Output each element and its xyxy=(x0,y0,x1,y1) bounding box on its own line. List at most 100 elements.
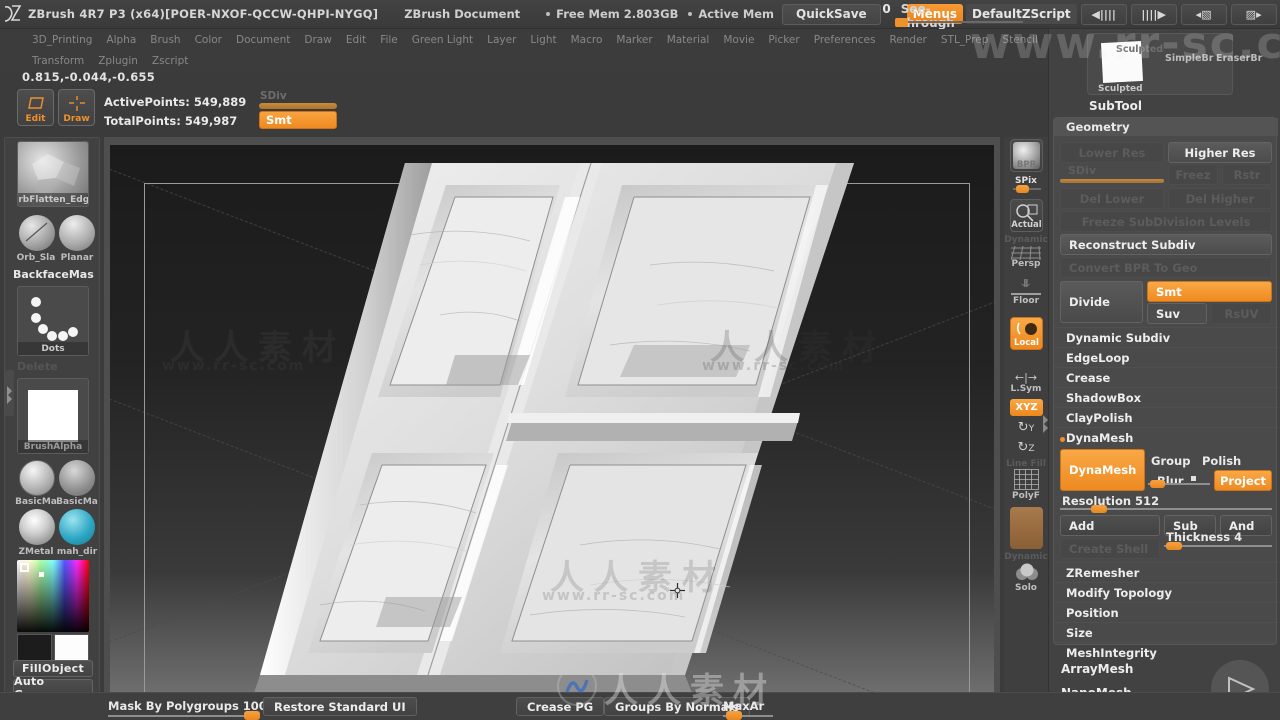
spix-knob[interactable] xyxy=(1016,185,1029,193)
menu-item-alpha[interactable]: Alpha xyxy=(99,34,143,46)
sdiv-slider[interactable] xyxy=(259,103,337,109)
alpha-selector[interactable]: BrushAlpha xyxy=(17,378,89,454)
edgeloop-row[interactable]: EdgeLoop xyxy=(1054,347,1278,367)
color-picker[interactable] xyxy=(17,560,89,632)
dynamic-subdiv-row[interactable]: Dynamic Subdiv xyxy=(1054,327,1278,347)
freeze-button[interactable]: Freez xyxy=(1168,164,1218,185)
see-through-knob[interactable] xyxy=(894,18,908,27)
menu-item-movie[interactable]: Movie xyxy=(716,34,761,46)
material-1-icon[interactable] xyxy=(19,460,55,496)
menu-item-stl-prep[interactable]: STL_Prep xyxy=(934,34,996,46)
simple-brush-label[interactable]: SimpleBr xyxy=(1165,53,1213,64)
menu-item-brush[interactable]: Brush xyxy=(143,34,187,46)
material-rail-thumbnail[interactable] xyxy=(1010,507,1043,549)
geometry-header[interactable]: Geometry xyxy=(1054,118,1278,137)
menu-item-preferences[interactable]: Preferences xyxy=(807,34,883,46)
menu-item-stencil[interactable]: Stencil xyxy=(995,34,1045,46)
next-item-icon[interactable]: ▨▸ xyxy=(1230,3,1277,25)
rsuv-button[interactable]: RsUV xyxy=(1211,303,1272,324)
shadowbox-row[interactable]: ShadowBox xyxy=(1054,387,1278,407)
restore-standard-ui-button[interactable]: Restore Standard UI xyxy=(263,697,417,716)
material-3-icon[interactable] xyxy=(19,509,55,545)
restore-button[interactable]: Rstr xyxy=(1222,164,1272,185)
menu-item-light[interactable]: Light xyxy=(523,34,563,46)
actual-size-button[interactable]: Actual xyxy=(1010,199,1043,232)
polish-label[interactable]: Polish xyxy=(1202,454,1241,468)
viewport-canvas[interactable]: 人人素材 www.rr-sc.com 人人素材 www.rr-sc.com 人人… xyxy=(110,145,994,692)
menu-item-3d-printing[interactable]: 3D_Printing xyxy=(25,34,99,46)
menu-item-color[interactable]: Color xyxy=(188,34,229,46)
divide-button[interactable]: Divide xyxy=(1060,281,1143,323)
mask-by-polygroups-knob[interactable] xyxy=(244,711,260,720)
lower-res-button[interactable]: Lower Res xyxy=(1060,142,1164,163)
sdiv-panel-slider[interactable] xyxy=(1060,179,1164,183)
menu-item-edit[interactable]: Edit xyxy=(339,34,373,46)
sculpted-door-model[interactable] xyxy=(110,145,994,692)
claypolish-row[interactable]: ClayPolish xyxy=(1054,407,1278,427)
lsym-label[interactable]: L.Sym xyxy=(1004,384,1048,394)
edit-button[interactable]: Edit xyxy=(17,89,54,126)
persp-label[interactable]: Persp xyxy=(1004,259,1048,269)
zremesher-row[interactable]: ZRemesher xyxy=(1054,562,1278,582)
brush-alt-1-icon[interactable] xyxy=(19,215,55,251)
position-row[interactable]: Position xyxy=(1054,602,1278,622)
del-lower-button[interactable]: Del Lower xyxy=(1060,188,1164,209)
menu-item-document[interactable]: Document xyxy=(229,34,297,46)
xyz-button[interactable]: XYZ xyxy=(1010,399,1043,416)
local-transform-button[interactable]: Local xyxy=(1010,317,1043,350)
suv-button[interactable]: Suv xyxy=(1147,303,1207,324)
reconstruct-subdiv-button[interactable]: Reconstruct Subdiv xyxy=(1060,234,1272,255)
convert-bpr-button[interactable]: Convert BPR To Geo xyxy=(1060,257,1272,278)
smt-panel-button[interactable]: Smt xyxy=(1147,281,1272,302)
menu-item-green-light[interactable]: Green Light xyxy=(405,34,480,46)
menu-item-transform[interactable]: Transform xyxy=(25,55,91,67)
thickness-knob[interactable] xyxy=(1166,542,1182,550)
crease-pg-button[interactable]: Crease PG xyxy=(516,697,605,716)
menu-item-marker[interactable]: Marker xyxy=(609,34,659,46)
scroll-left-icon[interactable]: ◀|||| xyxy=(1080,3,1127,25)
scroll-right-icon[interactable]: ||||▶ xyxy=(1130,3,1177,25)
crease-row[interactable]: Crease xyxy=(1054,367,1278,387)
menu-item-material[interactable]: Material xyxy=(660,34,717,46)
eraser-brush-label[interactable]: EraserBr xyxy=(1216,53,1262,64)
current-brush-thumbnail[interactable]: OrbFlatten_Edge xyxy=(17,141,89,207)
backface-mask-label[interactable]: BackfaceMas xyxy=(13,268,94,281)
brush-alt-2-icon[interactable] xyxy=(59,215,95,251)
dynamesh-header-row[interactable]: DynaMesh xyxy=(1054,427,1278,447)
menu-item-macro[interactable]: Macro xyxy=(564,34,610,46)
freeze-subdivision-button[interactable]: Freeze SubDivision Levels xyxy=(1060,211,1272,232)
menu-item-render[interactable]: Render xyxy=(882,34,933,46)
smt-toggle[interactable]: Smt xyxy=(259,111,337,129)
delete-label[interactable]: Delete xyxy=(17,360,58,373)
solo-icon[interactable] xyxy=(1014,563,1040,581)
polyf-label[interactable]: PolyF xyxy=(1004,491,1048,501)
floor-label[interactable]: Floor xyxy=(1004,296,1048,306)
menu-item-layer[interactable]: Layer xyxy=(480,34,523,46)
z-axis-button[interactable]: ↻Z xyxy=(1004,440,1048,455)
material-2-icon[interactable] xyxy=(59,460,95,496)
quicksave-button[interactable]: QuickSave xyxy=(782,3,881,25)
menu-item-zscript[interactable]: Zscript xyxy=(145,55,195,67)
material-4-icon[interactable] xyxy=(59,509,95,545)
stroke-selector[interactable]: Dots xyxy=(17,286,89,356)
create-shell-button[interactable]: Create Shell xyxy=(1060,538,1160,559)
dynamesh-button[interactable]: DynaMesh xyxy=(1060,449,1145,491)
menu-item-file[interactable]: File xyxy=(373,34,405,46)
menu-item-draw[interactable]: Draw xyxy=(297,34,338,46)
left-tray-handle[interactable] xyxy=(5,370,14,416)
prev-item-icon[interactable]: ◂▧ xyxy=(1180,3,1227,25)
menu-item-zplugin[interactable]: Zplugin xyxy=(91,55,145,67)
higher-res-button[interactable]: Higher Res xyxy=(1168,142,1272,163)
resolution-knob[interactable] xyxy=(1091,505,1107,513)
blur-knob[interactable] xyxy=(1150,480,1165,488)
add-button[interactable]: Add xyxy=(1060,515,1160,536)
group-label[interactable]: Group xyxy=(1151,454,1190,468)
menu-item-picker[interactable]: Picker xyxy=(761,34,806,46)
modify-topology-row[interactable]: Modify Topology xyxy=(1054,582,1278,602)
bpr-button[interactable]: BPR xyxy=(1010,139,1043,172)
project-button[interactable]: Project xyxy=(1214,470,1272,491)
del-higher-button[interactable]: Del Higher xyxy=(1168,188,1272,209)
size-row[interactable]: Size xyxy=(1054,622,1278,642)
maxar-knob[interactable] xyxy=(726,711,742,720)
draw-button[interactable]: Draw xyxy=(58,89,95,126)
